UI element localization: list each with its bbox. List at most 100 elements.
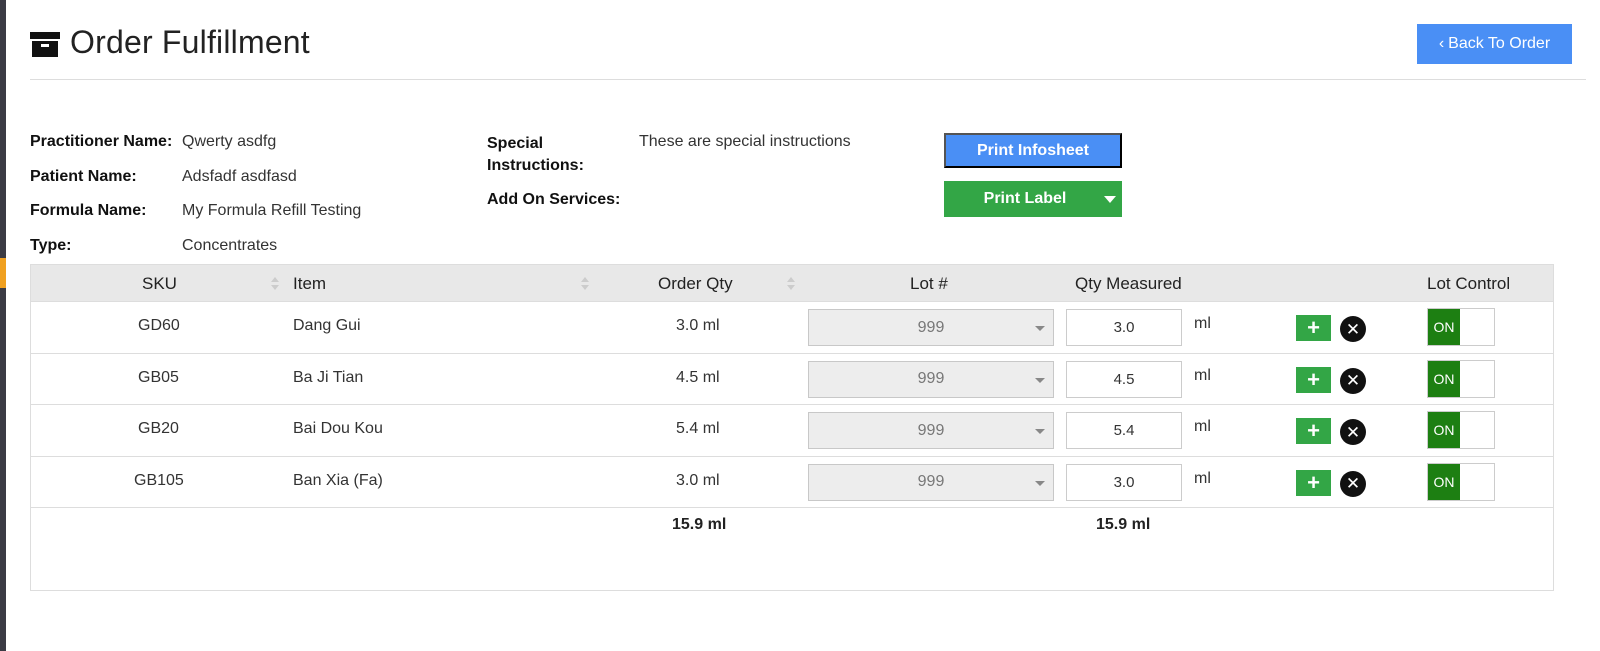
order-info-mid: Special Instructions: These are special …: [487, 133, 851, 224]
archive-icon: [30, 28, 60, 58]
qty-measured-input[interactable]: [1066, 463, 1182, 501]
order-qty-cell: 3.0 ml: [676, 471, 720, 489]
remove-lot-button[interactable]: ✕: [1340, 470, 1366, 497]
add-lot-button[interactable]: +: [1296, 366, 1331, 393]
add-lot-button[interactable]: +: [1296, 315, 1331, 341]
practitioner-value: Qwerty asdfg: [182, 133, 277, 150]
chevron-left-icon: ‹: [1438, 35, 1445, 52]
total-qty-measured: 15.9 ml: [1096, 516, 1151, 533]
chevron-down-icon: [1035, 480, 1045, 486]
formula-value: My Formula Refill Testing: [182, 202, 362, 219]
order-qty-cell: 5.4 ml: [676, 420, 720, 437]
sort-icon[interactable]: [787, 277, 795, 291]
patient-value: Adsfadf asdfasd: [182, 167, 297, 185]
qty-measured-input[interactable]: [1066, 412, 1182, 449]
order-qty-cell: 3.0 ml: [676, 317, 720, 334]
back-to-order-button[interactable]: ‹ Back To Order: [1417, 24, 1572, 64]
print-label-button[interactable]: Print Label: [944, 181, 1122, 217]
close-icon: ✕: [1345, 371, 1361, 390]
print-infosheet-button[interactable]: Print Infosheet: [944, 133, 1122, 168]
column-header-qty-measured: Qty Measured: [1075, 274, 1182, 293]
special-instructions-label: Special Instructions:: [487, 133, 639, 177]
lot-select[interactable]: 999: [808, 412, 1054, 449]
qty-measured-input[interactable]: [1066, 360, 1182, 398]
item-cell: Dang Gui: [293, 317, 361, 334]
table-header: SKU Item Order Qty Lot # Qty Measured Lo…: [31, 265, 1553, 302]
unit-label: ml: [1194, 315, 1211, 332]
lot-select[interactable]: 999: [808, 463, 1054, 501]
add-lot-button[interactable]: +: [1296, 469, 1331, 496]
left-edge-bar: [0, 0, 6, 651]
patient-label: Patient Name:: [30, 167, 137, 185]
special-label-line2: Instructions:: [487, 157, 584, 174]
practitioner-label: Practitioner Name:: [30, 133, 173, 150]
unit-label: ml: [1194, 366, 1211, 384]
type-value: Concentrates: [182, 236, 278, 254]
total-order-qty: 15.9 ml: [672, 516, 727, 533]
special-label-line1: Special: [487, 135, 544, 152]
table-footer: 15.9 ml 15.9 ml: [31, 508, 1553, 548]
order-qty-cell: 4.5 ml: [676, 368, 720, 386]
title-wrap: Order Fulfillment: [30, 24, 310, 61]
page-title: Order Fulfillment: [70, 24, 310, 60]
chevron-down-icon: [1035, 377, 1045, 383]
unit-label: ml: [1194, 418, 1211, 435]
lot-control-toggle[interactable]: ON: [1427, 462, 1495, 501]
plus-icon: +: [1307, 469, 1320, 495]
plus-icon: +: [1307, 418, 1320, 443]
lot-select[interactable]: 999: [808, 309, 1054, 346]
table-row: GD60 Dang Gui 3.0 ml 999 ml + ✕ ON: [31, 302, 1553, 354]
fulfillment-table: SKU Item Order Qty Lot # Qty Measured Lo…: [30, 264, 1554, 591]
table-row: GB20 Bai Dou Kou 5.4 ml 999 ml + ✕ ON: [31, 405, 1553, 457]
lot-select-value: 999: [917, 421, 945, 439]
column-header-order-qty[interactable]: Order Qty: [658, 274, 733, 294]
column-header-sku[interactable]: SKU: [142, 274, 177, 294]
addon-services-label: Add On Services:: [487, 191, 621, 208]
toggle-on-label: ON: [1428, 412, 1460, 448]
column-header-lot-control: Lot Control: [1427, 274, 1511, 293]
table-row: GB105 Ban Xia (Fa) 3.0 ml 999 ml + ✕ ON: [31, 457, 1553, 508]
caret-down-icon[interactable]: [1098, 195, 1122, 203]
remove-lot-button[interactable]: ✕: [1340, 316, 1366, 342]
print-infosheet-label: Print Infosheet: [976, 141, 1089, 159]
lot-control-toggle[interactable]: ON: [1427, 308, 1495, 346]
lot-select[interactable]: 999: [808, 360, 1054, 398]
lot-control-toggle[interactable]: ON: [1427, 359, 1495, 398]
chevron-down-icon: [1035, 326, 1045, 331]
lot-control-toggle[interactable]: ON: [1427, 411, 1495, 449]
sort-icon[interactable]: [271, 277, 279, 291]
formula-label: Formula Name:: [30, 202, 147, 219]
type-label: Type:: [30, 236, 72, 254]
sort-icon[interactable]: [581, 277, 589, 291]
sku-cell: GB105: [134, 471, 184, 489]
lot-select-value: 999: [917, 370, 945, 387]
item-cell: Bai Dou Kou: [293, 420, 383, 437]
special-instructions-value: These are special instructions: [639, 133, 851, 150]
item-cell: Ba Ji Tian: [293, 368, 364, 386]
lot-select-value: 999: [917, 318, 945, 336]
add-lot-button[interactable]: +: [1296, 418, 1331, 444]
column-header-item[interactable]: Item: [293, 274, 326, 294]
left-edge-accent: [0, 258, 6, 288]
close-icon: ✕: [1345, 474, 1361, 493]
qty-measured-input[interactable]: [1066, 309, 1182, 346]
table-row: GB05 Ba Ji Tian 4.5 ml 999 ml + ✕ ON: [31, 354, 1553, 405]
toggle-on-label: ON: [1428, 309, 1460, 345]
remove-lot-button[interactable]: ✕: [1340, 367, 1366, 394]
column-header-lot: Lot #: [910, 274, 948, 293]
sku-cell: GB20: [138, 420, 179, 437]
close-icon: ✕: [1345, 319, 1361, 339]
unit-label: ml: [1194, 469, 1211, 487]
back-to-order-label: Back To Order: [1448, 35, 1551, 52]
toggle-on-label: ON: [1428, 463, 1460, 500]
plus-icon: +: [1307, 315, 1320, 340]
print-label-label: Print Label: [983, 190, 1067, 207]
chevron-down-icon: [1035, 429, 1045, 434]
sku-cell: GB05: [138, 368, 179, 386]
item-cell: Ban Xia (Fa): [293, 471, 383, 489]
plus-icon: +: [1307, 366, 1320, 392]
close-icon: ✕: [1345, 422, 1361, 442]
lot-select-value: 999: [917, 473, 945, 490]
remove-lot-button[interactable]: ✕: [1340, 419, 1366, 445]
page-header: Order Fulfillment ‹ Back To Order: [30, 18, 1586, 80]
